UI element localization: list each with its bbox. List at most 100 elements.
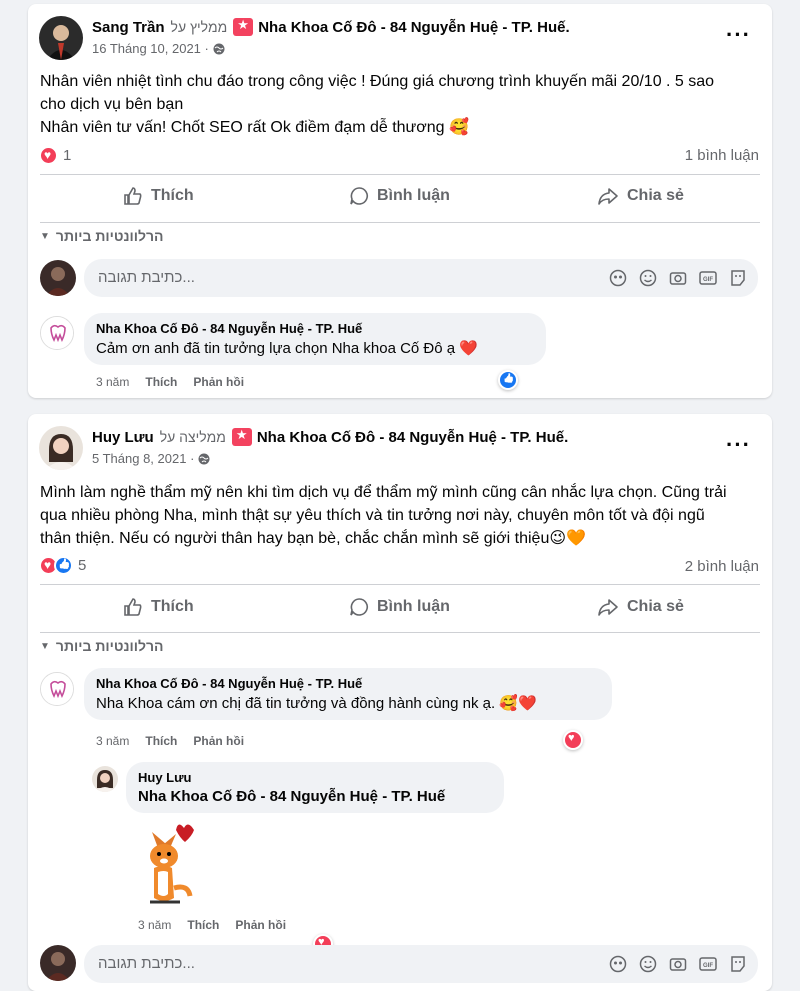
post-header: Sang Trần ממליץ על Nha Khoa Cố Đô - 84 N… <box>92 17 570 36</box>
comment-actions: 3 năm Thích Phản hồi <box>96 734 244 748</box>
sticker-icon[interactable] <box>728 954 748 974</box>
comment-bubble: Nha Khoa Cố Đô - 84 Nguyễn Huệ - TP. Huế… <box>84 668 612 720</box>
comment-label: Bình luận <box>377 598 450 615</box>
post-card: Huy Lưu ממליצה על Nha Khoa Cố Đô - 84 Ng… <box>28 414 772 991</box>
emoji-icon[interactable] <box>638 268 658 288</box>
like-reaction-icon <box>54 556 73 575</box>
composer-tools: GIF <box>608 954 748 974</box>
author-name[interactable]: Sang Trần <box>92 19 165 36</box>
share-label: Chia sẻ <box>627 598 684 615</box>
post-date[interactable]: 16 Tháng 10, 2021 · <box>92 41 209 56</box>
reply-time[interactable]: 3 năm <box>138 918 171 932</box>
like-button[interactable]: Thích <box>123 186 194 206</box>
comment-count[interactable]: 2 bình luận <box>685 558 759 575</box>
comment-emoji: 🥰❤️ <box>499 695 537 712</box>
post-text: Mình làm nghề thẩm mỹ nên khi tìm dịch v… <box>40 481 764 550</box>
divider <box>40 584 760 585</box>
reply-author[interactable]: Huy Lưu <box>138 770 492 785</box>
comment-label: Bình luận <box>377 187 450 204</box>
viewer-avatar[interactable] <box>40 260 76 296</box>
comment-button[interactable]: Bình luận <box>349 186 450 206</box>
sticker-icon[interactable] <box>728 268 748 288</box>
viewer-avatar[interactable] <box>40 945 76 981</box>
thumbs-up-icon <box>124 187 142 205</box>
page-name[interactable]: Nha Khoa Cố Đô - 84 Nguyễn Huệ - TP. Huế… <box>257 429 568 446</box>
composer-tools: GIF <box>608 268 748 288</box>
reply-like-button[interactable]: Thích <box>187 918 219 932</box>
post-emoji: 🥰 <box>449 119 469 136</box>
reaction-count: 5 <box>78 557 87 574</box>
comment-like-button[interactable]: Thích <box>145 375 177 389</box>
reply-actions: 3 năm Thích Phản hồi <box>138 918 286 932</box>
comment-sort-dropdown[interactable]: ▼ הרלוונטיות ביותר <box>40 638 163 654</box>
comment-time[interactable]: 3 năm <box>96 375 129 389</box>
sort-label: הרלוונטיות ביותר <box>55 228 164 244</box>
svg-text:GIF: GIF <box>703 277 713 283</box>
page-avatar[interactable] <box>40 316 74 350</box>
post-text-line: thân thiện. Nếu có người thân hay bạn bè… <box>40 530 550 547</box>
recommends-label: ממליץ על <box>170 19 228 35</box>
comment-like-button[interactable]: Thích <box>145 734 177 748</box>
svg-text:GIF: GIF <box>703 963 713 969</box>
post-text-line: qua nhiều phòng Nha, mình thật sự yêu th… <box>40 507 705 524</box>
like-label: Thích <box>151 187 194 204</box>
caret-down-icon: ▼ <box>40 230 50 242</box>
comment-button[interactable]: Bình luận <box>349 597 450 617</box>
globe-icon <box>198 453 210 464</box>
comment-like-reaction-icon[interactable] <box>498 370 518 390</box>
divider <box>40 632 760 633</box>
post-meta: 5 Tháng 8, 2021 · <box>92 451 210 466</box>
more-options-icon[interactable]: ··· <box>726 22 751 48</box>
divider <box>40 174 760 175</box>
reply-author-avatar[interactable] <box>92 766 118 792</box>
post-header: Huy Lưu ממליצה על Nha Khoa Cố Đô - 84 Ng… <box>92 427 568 446</box>
thumbs-up-icon <box>124 598 142 616</box>
comment-time[interactable]: 3 năm <box>96 734 129 748</box>
share-button[interactable]: Chia sẻ <box>597 597 684 617</box>
post-meta: 16 Tháng 10, 2021 · <box>92 41 225 56</box>
comment-emoji: ❤️ <box>459 340 478 357</box>
gif-icon[interactable]: GIF <box>698 954 718 974</box>
reply-tag[interactable]: Nha Khoa Cố Đô - 84 Nguyễn Huệ - TP. Huế <box>138 788 492 805</box>
comment-count[interactable]: 1 bình luận <box>685 147 759 164</box>
comment-reply-button[interactable]: Phản hồi <box>193 734 244 748</box>
recommend-badge-icon <box>233 17 254 36</box>
avatar-sticker-icon[interactable] <box>608 268 628 288</box>
reactions-summary[interactable]: 1 <box>39 146 71 165</box>
comment-author[interactable]: Nha Khoa Cố Đô - 84 Nguyễn Huệ - TP. Huế <box>96 676 600 691</box>
camera-icon[interactable] <box>668 268 688 288</box>
composer-placeholder: כתיבת תגובה... <box>98 269 195 286</box>
gif-icon[interactable]: GIF <box>698 268 718 288</box>
post-text-line: Nhân viên nhiệt tình chu đáo trong công … <box>40 73 715 90</box>
camera-icon[interactable] <box>668 954 688 974</box>
sticker-image <box>136 818 210 910</box>
post-text-line: Mình làm nghề thẩm mỹ nên khi tìm dịch v… <box>40 484 727 501</box>
reactions-summary[interactable]: 5 <box>39 556 86 575</box>
globe-icon <box>213 43 225 54</box>
page-name[interactable]: Nha Khoa Cố Đô - 84 Nguyễn Huệ - TP. Huế… <box>258 19 569 36</box>
reply-reply-button[interactable]: Phản hồi <box>235 918 286 932</box>
comment-composer[interactable]: כתיבת תגובה... GIF <box>84 945 758 983</box>
divider <box>40 222 760 223</box>
share-icon <box>598 188 618 205</box>
avatar-sticker-icon[interactable] <box>608 954 628 974</box>
author-name[interactable]: Huy Lưu <box>92 429 154 446</box>
comment-icon <box>350 598 368 616</box>
more-options-icon[interactable]: ··· <box>726 432 751 458</box>
comment-bubble: Nha Khoa Cố Đô - 84 Nguyễn Huệ - TP. Huế… <box>84 313 546 365</box>
page-avatar[interactable] <box>40 672 74 706</box>
post-emoji: 😉🧡 <box>549 530 586 547</box>
comment-author[interactable]: Nha Khoa Cố Đô - 84 Nguyễn Huệ - TP. Huế <box>96 321 534 336</box>
post-card: Sang Trần ממליץ על Nha Khoa Cố Đô - 84 N… <box>28 4 772 398</box>
share-button[interactable]: Chia sẻ <box>597 186 684 206</box>
comment-composer[interactable]: כתיבת תגובה... GIF <box>84 259 758 297</box>
comment-text: Cảm ơn anh đã tin tưởng lựa chọn Nha kho… <box>96 339 534 357</box>
comment-sort-dropdown[interactable]: ▼ הרלוונטיות ביותר <box>40 228 163 244</box>
emoji-icon[interactable] <box>638 954 658 974</box>
post-date[interactable]: 5 Tháng 8, 2021 · <box>92 451 194 466</box>
author-avatar[interactable] <box>39 16 83 60</box>
comment-reply-button[interactable]: Phản hồi <box>193 375 244 389</box>
author-avatar[interactable] <box>39 426 83 470</box>
like-button[interactable]: Thích <box>123 597 194 617</box>
comment-love-reaction-icon[interactable] <box>563 730 583 750</box>
